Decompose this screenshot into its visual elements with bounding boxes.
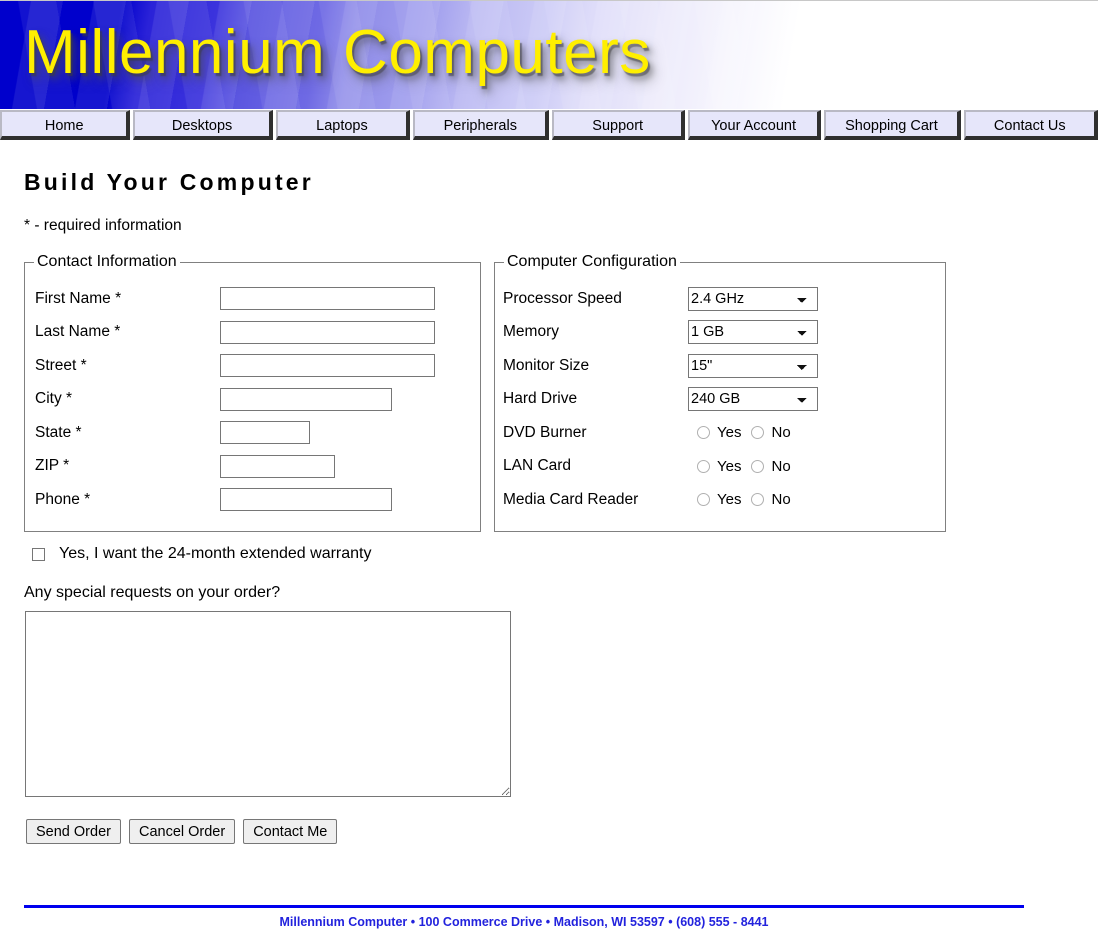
- nav-item-peripherals[interactable]: Peripherals: [413, 110, 550, 140]
- footer-divider: [24, 905, 1024, 908]
- page-content: Build Your Computer * - required informa…: [0, 142, 1098, 844]
- dvd-burner-no-option[interactable]: No: [751, 424, 791, 442]
- site-banner: Millennium Computers: [0, 0, 1098, 109]
- memory-select[interactable]: 1 GB: [688, 320, 818, 345]
- nav-item-laptops[interactable]: Laptops: [275, 110, 411, 140]
- nav-item-contact-us[interactable]: Contact Us: [963, 110, 1098, 140]
- media-card-reader-yes-label: Yes: [717, 491, 742, 509]
- lan-card-radio-group: Yes No: [688, 458, 818, 475]
- label-hard-drive: Hard Drive: [503, 390, 578, 408]
- radio-icon[interactable]: [751, 493, 765, 507]
- special-requests-textarea[interactable]: [25, 611, 511, 797]
- special-requests-label: Any special requests on your order?: [24, 584, 281, 601]
- label-city: City *: [35, 390, 73, 408]
- dvd-burner-yes-option[interactable]: Yes: [697, 424, 741, 441]
- field-row-phone: Phone *: [35, 483, 480, 517]
- field-row-memory: Memory 1 GB: [503, 316, 945, 350]
- city-input[interactable]: [220, 387, 392, 411]
- computer-configuration-legend: Computer Configuration: [507, 253, 677, 270]
- form-panels: Contact Information First Name * Last Na…: [0, 253, 1098, 537]
- media-card-reader-yes-option[interactable]: Yes: [697, 491, 741, 508]
- nav-item-shopping-cart[interactable]: Shopping Cart: [824, 110, 961, 140]
- label-first-name: First Name *: [35, 289, 122, 307]
- field-row-processor-speed: Processor Speed 2.4 GHz: [503, 282, 945, 316]
- label-memory: Memory: [503, 323, 559, 341]
- field-row-state: State *: [35, 416, 480, 450]
- required-info-note: * - required information: [24, 217, 182, 234]
- radio-icon[interactable]: [697, 493, 710, 507]
- field-row-city: City *: [35, 383, 480, 417]
- radio-icon[interactable]: [751, 426, 765, 440]
- form-action-buttons: Send Order Cancel Order Contact Me: [26, 819, 1098, 844]
- contact-information-fieldset: Contact Information First Name * Last Na…: [24, 253, 481, 532]
- lan-card-no-option[interactable]: No: [751, 457, 791, 475]
- label-lan-card: LAN Card: [503, 457, 572, 475]
- lan-card-no-label: No: [771, 457, 791, 475]
- field-row-monitor-size: Monitor Size 15": [503, 349, 945, 383]
- processor-speed-select[interactable]: 2.4 GHz: [688, 286, 818, 311]
- label-monitor-size: Monitor Size: [503, 356, 590, 374]
- warranty-checkbox[interactable]: [32, 547, 45, 561]
- computer-configuration-fieldset: Computer Configuration Processor Speed 2…: [494, 253, 946, 532]
- send-order-button[interactable]: Send Order: [26, 819, 121, 844]
- footer-contact-info: Millennium Computer • 100 Commerce Drive…: [279, 915, 769, 929]
- media-card-reader-no-option[interactable]: No: [751, 491, 791, 509]
- label-media-card-reader: Media Card Reader: [503, 490, 639, 508]
- label-zip: ZIP *: [35, 457, 70, 475]
- warranty-row: Yes, I want the 24-month extended warran…: [32, 545, 1098, 563]
- cancel-order-button[interactable]: Cancel Order: [128, 819, 236, 844]
- first-name-input[interactable]: [220, 287, 435, 311]
- label-dvd-burner: DVD Burner: [503, 423, 587, 441]
- radio-icon[interactable]: [697, 426, 710, 440]
- label-last-name: Last Name *: [35, 323, 121, 341]
- label-processor-speed: Processor Speed: [503, 289, 622, 307]
- phone-input[interactable]: [220, 488, 392, 512]
- media-card-reader-no-label: No: [771, 491, 791, 509]
- contact-information-legend: Contact Information: [37, 253, 177, 270]
- nav-item-support[interactable]: Support: [552, 110, 685, 140]
- warranty-label: Yes, I want the 24-month extended warran…: [59, 545, 372, 562]
- lan-card-yes-label: Yes: [717, 457, 742, 475]
- field-row-lan-card: LAN Card Yes No: [503, 450, 945, 484]
- field-row-first-name: First Name *: [35, 282, 480, 316]
- field-row-hard-drive: Hard Drive 240 GB: [503, 383, 945, 417]
- field-row-street: Street *: [35, 349, 480, 383]
- site-logo-text: Millennium Computers: [24, 18, 651, 87]
- field-row-last-name: Last Name *: [35, 316, 480, 350]
- street-input[interactable]: [220, 354, 435, 378]
- field-row-zip: ZIP *: [35, 450, 480, 484]
- hard-drive-select[interactable]: 240 GB: [688, 387, 818, 412]
- page-title: Build Your Computer: [24, 169, 314, 195]
- label-street: Street *: [35, 356, 87, 374]
- nav-item-home[interactable]: Home: [0, 110, 131, 140]
- last-name-input[interactable]: [220, 320, 435, 344]
- nav-item-your-account[interactable]: Your Account: [687, 110, 822, 140]
- zip-input[interactable]: [220, 454, 335, 478]
- dvd-burner-no-label: No: [771, 424, 791, 442]
- contact-me-button[interactable]: Contact Me: [243, 819, 338, 844]
- monitor-size-select[interactable]: 15": [688, 353, 818, 378]
- dvd-burner-radio-group: Yes No: [688, 424, 818, 441]
- radio-icon[interactable]: [751, 459, 765, 473]
- nav-item-desktops[interactable]: Desktops: [133, 110, 273, 140]
- radio-icon[interactable]: [697, 459, 710, 473]
- field-row-media-card-reader: Media Card Reader Yes No: [503, 483, 945, 517]
- lan-card-yes-option[interactable]: Yes: [697, 458, 741, 475]
- media-card-reader-radio-group: Yes No: [688, 491, 818, 508]
- field-row-dvd-burner: DVD Burner Yes No: [503, 416, 945, 450]
- main-navigation: Home Desktops Laptops Peripherals Suppor…: [0, 110, 1098, 142]
- state-input[interactable]: [220, 421, 310, 445]
- label-state: State *: [35, 423, 82, 441]
- dvd-burner-yes-label: Yes: [717, 424, 742, 442]
- label-phone: Phone *: [35, 490, 91, 508]
